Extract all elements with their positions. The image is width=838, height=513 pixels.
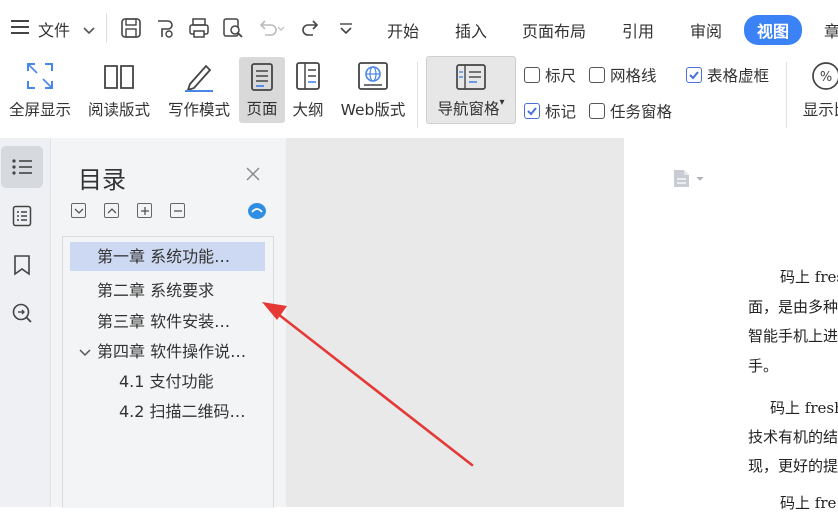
annotation-arrow-icon bbox=[262, 302, 474, 467]
